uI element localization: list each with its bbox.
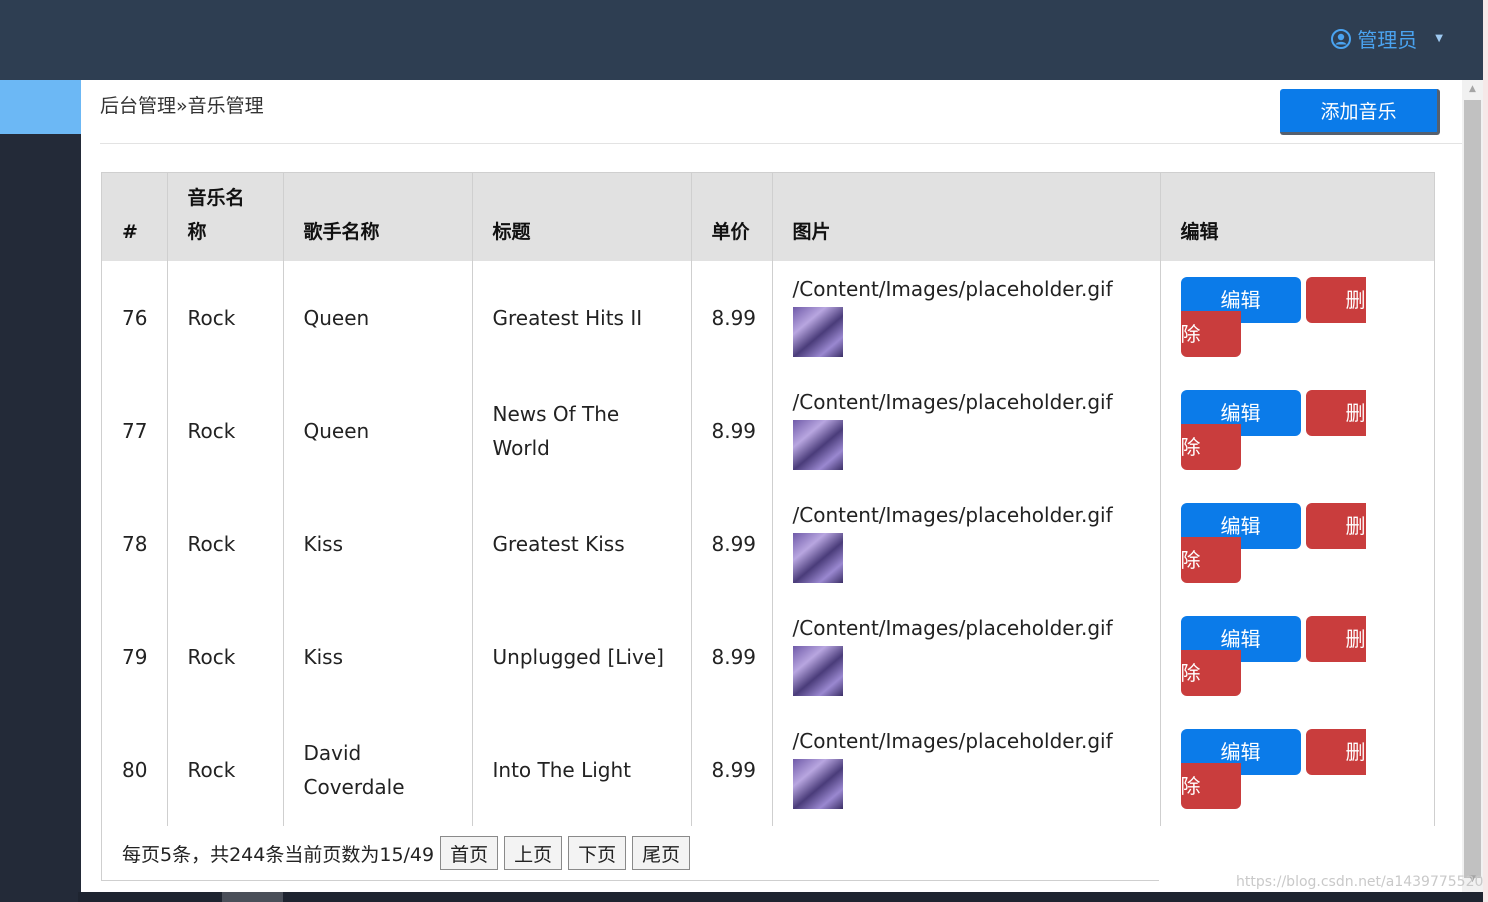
action-buttons: 编辑 删 除: [1180, 277, 1371, 357]
cell-price: 8.99: [690, 374, 772, 487]
user-name: 管理员: [1357, 28, 1418, 52]
delete-button[interactable]: 删: [1305, 729, 1366, 775]
image-path: /Content/Images/placeholder.gif: [792, 729, 1113, 753]
image-path: /Content/Images/placeholder.gif: [792, 503, 1113, 527]
cell-id: 78: [122, 531, 148, 556]
caret-down-icon: ▼: [1435, 33, 1443, 44]
delete-button[interactable]: 删: [1305, 503, 1366, 549]
image-path: /Content/Images/placeholder.gif: [792, 277, 1113, 301]
prev-page-button[interactable]: 上页: [504, 836, 563, 870]
image-path: /Content/Images/placeholder.gif: [792, 390, 1113, 414]
image-path: /Content/Images/placeholder.gif: [792, 616, 1113, 640]
add-music-button[interactable]: 添加音乐: [1280, 89, 1440, 135]
bottom-strip-segment: [222, 892, 283, 902]
cell-title: Unplugged [Live]: [471, 600, 691, 713]
cell-artist: Kiss: [282, 487, 472, 600]
cell-title: News Of The World: [471, 374, 691, 487]
column-header-id: #: [102, 173, 167, 261]
cell-actions: 编辑 删 除: [1159, 600, 1434, 713]
cell-id: 80: [122, 757, 148, 782]
cell-price: 8.99: [690, 261, 772, 374]
cell-genre: Rock: [166, 713, 283, 826]
column-header-price: 单价: [690, 173, 772, 261]
delete-button-wrap[interactable]: 除: [1180, 650, 1241, 696]
delete-button[interactable]: 删: [1305, 390, 1366, 436]
action-buttons: 编辑 删 除: [1180, 729, 1371, 809]
delete-button[interactable]: 删: [1305, 616, 1366, 662]
scroll-up-arrow-icon[interactable]: ▲: [1462, 84, 1483, 98]
cell-image: /Content/Images/placeholder.gif: [771, 487, 1160, 600]
cell-artist: David Coverdale: [282, 713, 472, 826]
cell-artist: Queen: [282, 261, 472, 374]
cell-artist: Kiss: [282, 600, 472, 713]
scroll-thumb[interactable]: [1464, 100, 1481, 878]
user-circle-icon: [1331, 28, 1352, 49]
action-buttons: 编辑 删 除: [1180, 503, 1371, 583]
cell-title: Into The Light: [471, 713, 691, 826]
delete-button-wrap[interactable]: 除: [1180, 537, 1241, 583]
cell-image: /Content/Images/placeholder.gif: [771, 713, 1160, 826]
album-thumbnail: [792, 759, 843, 809]
cell-price: 8.99: [690, 713, 772, 826]
next-page-button[interactable]: 下页: [568, 836, 627, 870]
album-thumbnail: [792, 533, 843, 583]
column-header-artist: 歌手名称: [282, 173, 472, 261]
cell-actions: 编辑 删 除: [1159, 261, 1434, 374]
delete-button-wrap[interactable]: 除: [1180, 763, 1241, 809]
cell-id: 76: [122, 305, 148, 330]
cell-genre: Rock: [166, 600, 283, 713]
cell-price: 8.99: [690, 600, 772, 713]
pagination-info: 每页5条，共244条当前页数为15/49: [122, 843, 435, 866]
cell-id: 79: [122, 644, 148, 669]
table-row: 78 Rock Kiss Greatest Kiss 8.99 /Content…: [102, 487, 1434, 600]
cell-actions: 编辑 删 除: [1159, 487, 1434, 600]
breadcrumb: 后台管理»音乐管理: [100, 95, 264, 117]
table-row: 77 Rock Queen News Of The World 8.99 /Co…: [102, 374, 1434, 487]
column-header-edit: 编辑: [1159, 173, 1434, 261]
bottom-strip: [78, 892, 1483, 902]
cell-artist: Queen: [282, 374, 472, 487]
action-buttons: 编辑 删 除: [1180, 390, 1371, 470]
pagination: 每页5条，共244条当前页数为15/49 首页 上页 下页 尾页: [101, 826, 1159, 881]
cell-image: /Content/Images/placeholder.gif: [771, 374, 1160, 487]
sidebar: [0, 80, 81, 902]
delete-button[interactable]: 删: [1305, 277, 1366, 323]
user-menu[interactable]: 管理员 ▼: [1331, 24, 1443, 53]
table-header-row: # 音乐名称 歌手名称 标题 单价 图片 编辑: [102, 173, 1434, 261]
last-page-button[interactable]: 尾页: [632, 836, 691, 870]
cell-title: Greatest Hits II: [471, 261, 691, 374]
table-row: 80 Rock David Coverdale Into The Light 8…: [102, 713, 1434, 826]
divider: [100, 143, 1462, 144]
album-thumbnail: [792, 646, 843, 696]
cell-id: 77: [122, 418, 148, 443]
cell-price: 8.99: [690, 487, 772, 600]
column-header-title: 标题: [471, 173, 691, 261]
album-thumbnail: [792, 420, 843, 470]
window-edge: [1483, 0, 1488, 902]
table-row: 79 Rock Kiss Unplugged [Live] 8.99 /Cont…: [102, 600, 1434, 713]
cell-genre: Rock: [166, 487, 283, 600]
column-header-image: 图片: [771, 173, 1160, 261]
first-page-button[interactable]: 首页: [440, 836, 499, 870]
cell-image: /Content/Images/placeholder.gif: [771, 600, 1160, 713]
cell-title: Greatest Kiss: [471, 487, 691, 600]
column-header-genre: 音乐名称: [166, 173, 283, 261]
sidebar-item-active[interactable]: [0, 80, 81, 134]
table-row: 76 Rock Queen Greatest Hits II 8.99 /Con…: [102, 261, 1434, 374]
cell-actions: 编辑 删 除: [1159, 374, 1434, 487]
delete-button-wrap[interactable]: 除: [1180, 424, 1241, 470]
watermark: https://blog.csdn.net/a1439775520: [1236, 874, 1484, 890]
vertical-scrollbar[interactable]: ▲ ▼: [1462, 80, 1483, 892]
cell-image: /Content/Images/placeholder.gif: [771, 261, 1160, 374]
cell-genre: Rock: [166, 261, 283, 374]
action-buttons: 编辑 删 除: [1180, 616, 1371, 696]
top-navbar: 管理员 ▼: [0, 0, 1483, 80]
cell-genre: Rock: [166, 374, 283, 487]
album-thumbnail: [792, 307, 843, 357]
delete-button-wrap[interactable]: 除: [1180, 311, 1241, 357]
music-table: # 音乐名称 歌手名称 标题 单价 图片 编辑 76 Rock Queen Gr…: [101, 172, 1435, 826]
cell-actions: 编辑 删 除: [1159, 713, 1434, 826]
